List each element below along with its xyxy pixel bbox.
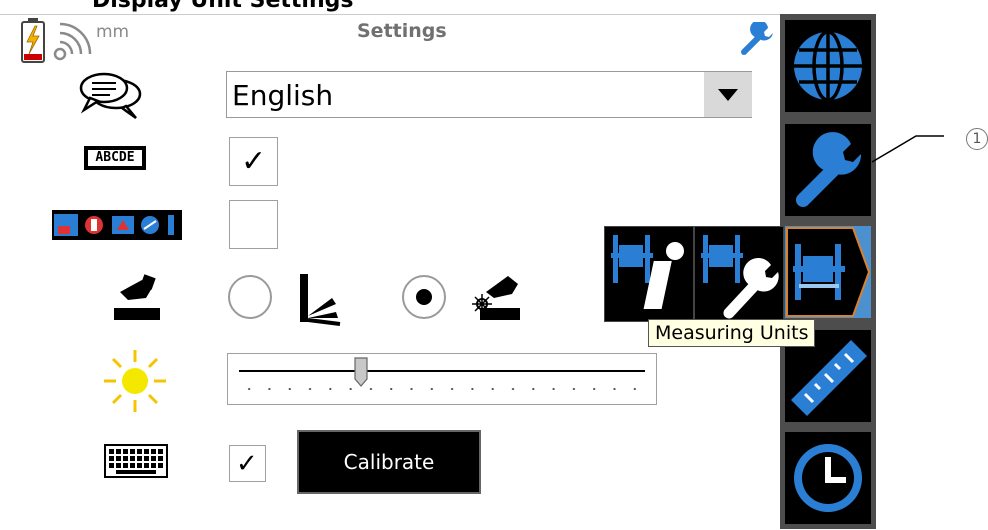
unit-indicator: mm: [96, 22, 130, 42]
clock-icon: [794, 444, 862, 512]
step-icons-checkbox[interactable]: [229, 200, 278, 249]
checkmark-icon: ✓: [236, 449, 258, 479]
wireless-signal-icon: [52, 20, 96, 62]
laser-spot-icon: [470, 270, 522, 326]
globe-icon: [794, 30, 862, 102]
battery-charging-icon: [20, 18, 46, 64]
sidebar-item-wrench[interactable]: [785, 124, 871, 216]
sidebar-item-clock[interactable]: [785, 432, 871, 524]
abcde-text-icon: ABCDE: [84, 146, 146, 170]
laser-spot-radio[interactable]: [402, 275, 446, 319]
page-title: Settings: [357, 20, 447, 42]
document-title: Display Unit Settings: [92, 0, 354, 13]
machine-wrench-icon: [701, 235, 779, 319]
radio-dot: [416, 289, 432, 305]
language-value: English: [232, 79, 334, 112]
checkmark-icon: ✓: [241, 144, 267, 179]
callout-number: 1: [966, 128, 988, 150]
slider-track: [239, 370, 645, 372]
sidebar-item-machine-measure[interactable]: [785, 226, 871, 318]
callout-line: [871, 135, 944, 163]
speech-bubbles-icon: [78, 68, 144, 122]
abcde-checkbox[interactable]: ✓: [229, 137, 278, 186]
keyboard-icon: [104, 444, 168, 478]
chevron-down-icon[interactable]: [704, 72, 752, 117]
wrench-icon: [796, 132, 862, 207]
fan-beam-radio[interactable]: [228, 275, 272, 319]
sun-icon: [100, 346, 170, 416]
flyout-machine-info[interactable]: [604, 226, 694, 322]
slider-thumb[interactable]: [354, 357, 368, 387]
machine-info-icon: [611, 235, 684, 309]
sidebar-item-globe[interactable]: [785, 20, 871, 112]
wrench-icon: [740, 20, 774, 56]
tooltip: Measuring Units: [648, 319, 816, 347]
flyout-machine-wrench[interactable]: [694, 226, 784, 322]
step-icons-strip-icon: [52, 210, 182, 240]
calibrate-button[interactable]: Calibrate: [297, 430, 481, 494]
slider-ticks: [239, 387, 645, 391]
fan-beam-icon: [296, 270, 344, 326]
laser-sensor-icon: [112, 272, 162, 326]
keyboard-checkbox[interactable]: ✓: [229, 445, 266, 482]
brightness-slider[interactable]: [227, 353, 657, 405]
